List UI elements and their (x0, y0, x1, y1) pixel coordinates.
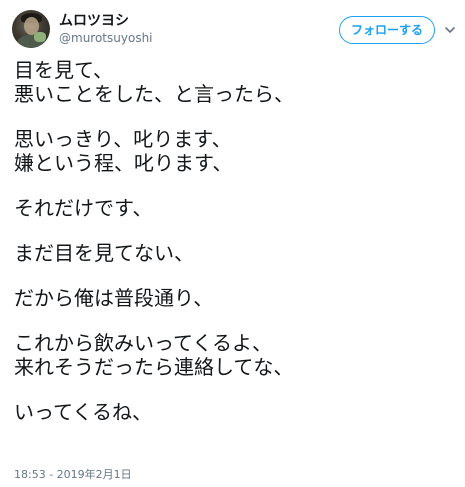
tweet-line: だから俺は普段通り、 (14, 286, 214, 310)
follow-button[interactable]: フォローする (339, 16, 435, 44)
tweet-card: ムロツヨシ @murotsuyoshi フォローする 目を見て、 悪いことをした… (0, 0, 465, 487)
tweet-timestamp[interactable]: 18:53 - 2019年2月1日 (14, 466, 132, 482)
tweet-line: それだけです、 (14, 196, 153, 220)
display-name[interactable]: ムロツヨシ (59, 12, 153, 30)
tweet-text: 目を見て、 悪いことをした、と言ったら、 思いっきり、叱ります、 嫌という程、叱… (14, 58, 454, 424)
user-handle[interactable]: @murotsuyoshi (59, 30, 153, 46)
chevron-down-icon[interactable] (444, 24, 456, 36)
tweet-line: 思いっきり、叱ります、 (14, 127, 232, 151)
tweet-line: まだ目を見てない、 (14, 241, 194, 265)
user-names: ムロツヨシ @murotsuyoshi (59, 12, 153, 46)
tweet-line: 来れそうだったら連絡してな、 (14, 355, 294, 379)
tweet-line: 悪いことをした、と言ったら、 (14, 82, 294, 106)
tweet-line: 嫌という程、叱ります、 (14, 151, 233, 175)
tweet-line: これから飲みいってくるよ、 (14, 331, 272, 355)
tweet-header: ムロツヨシ @murotsuyoshi フォローする (12, 10, 456, 50)
tweet-line: いってくるね、 (14, 400, 152, 424)
tweet-line: 目を見て、 (14, 58, 113, 82)
avatar[interactable] (12, 10, 50, 48)
